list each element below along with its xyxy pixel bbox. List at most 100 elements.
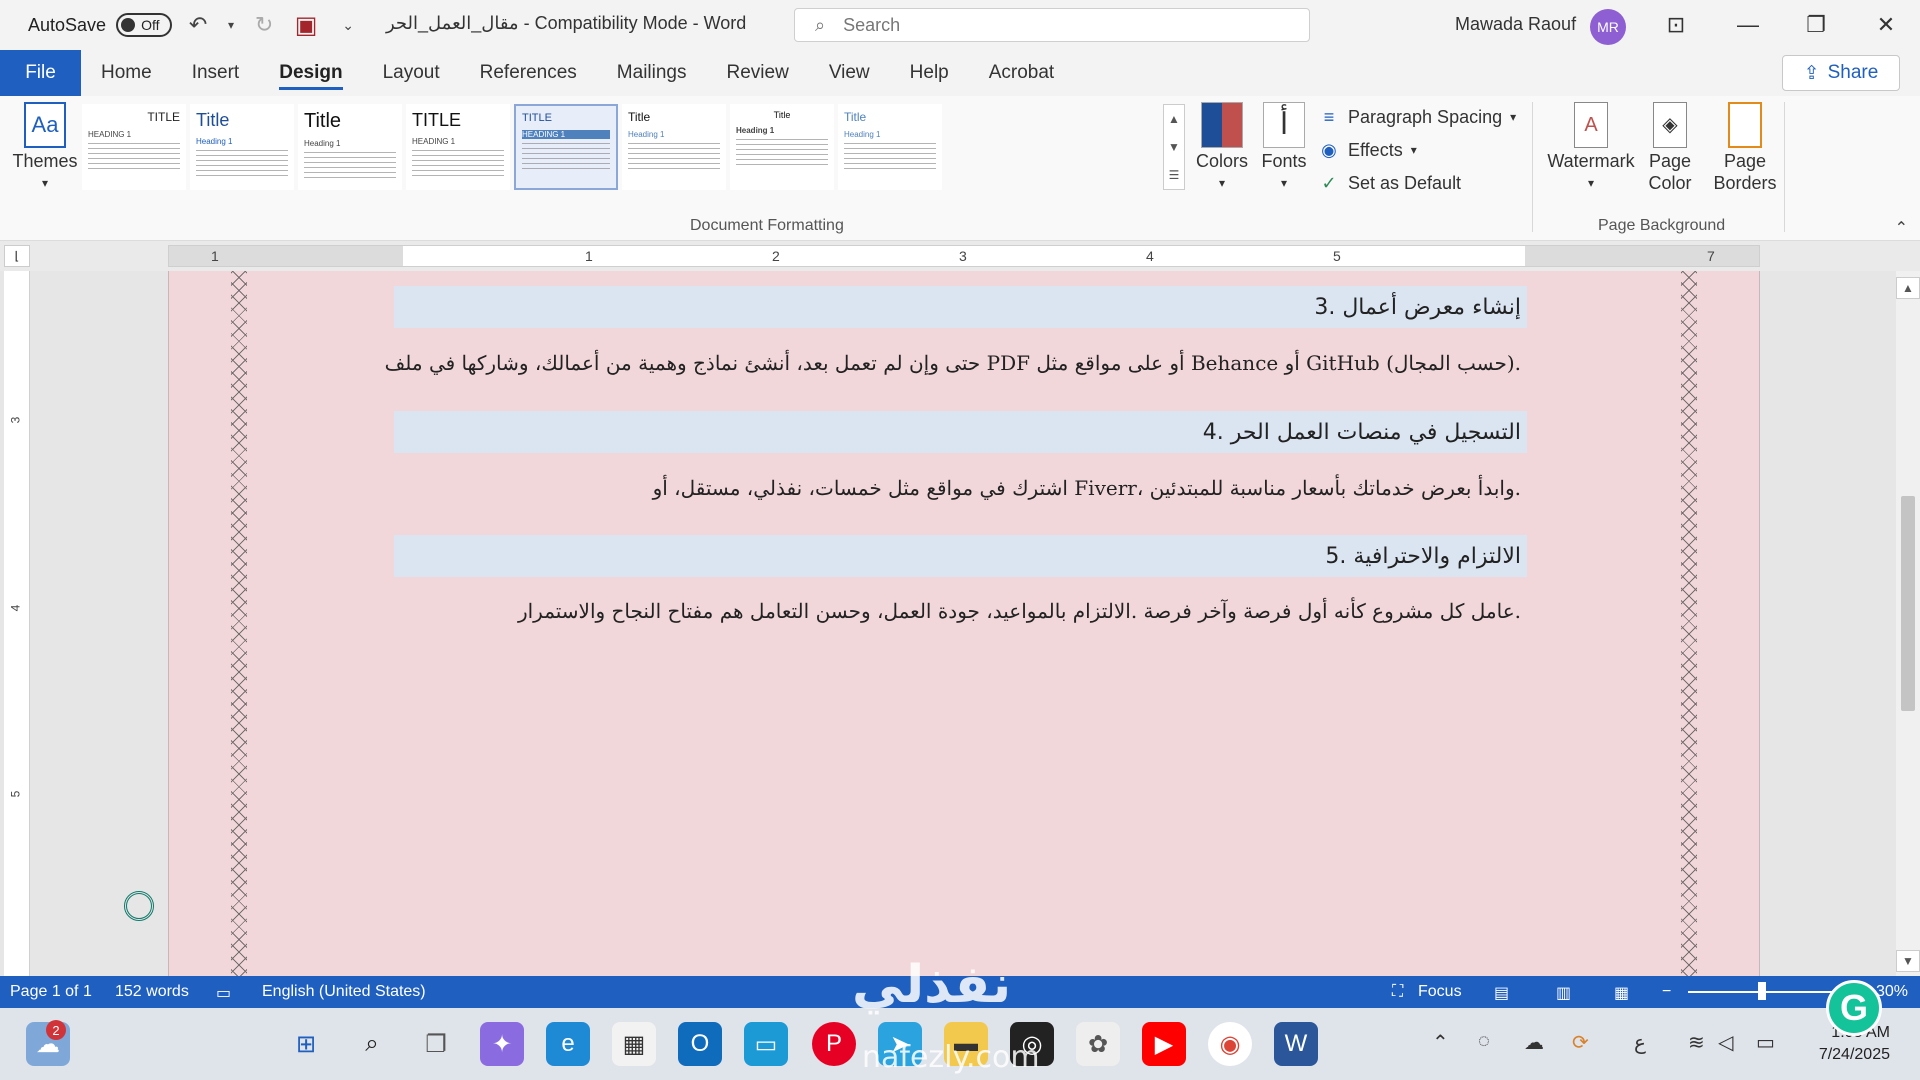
fingerprint-icon[interactable] [124, 891, 154, 921]
gallery-scroll[interactable]: ▲ ▼ ☰ [1163, 104, 1185, 190]
vertical-ruler[interactable]: 3 4 5 [4, 271, 30, 976]
section-paragraph[interactable]: .وابدأ بعرض خدماتك بأسعار مناسبة للمبتدئ… [394, 476, 1527, 500]
tab-acrobat[interactable]: Acrobat [969, 50, 1074, 96]
scrollbar-thumb[interactable] [1901, 496, 1915, 711]
chevron-up-icon[interactable]: ⌃ [1432, 1030, 1449, 1055]
app-icon[interactable]: ✿ [1076, 1022, 1120, 1066]
tab-insert[interactable]: Insert [172, 50, 260, 96]
tab-mailings[interactable]: Mailings [597, 50, 707, 96]
windows-start-icon[interactable]: ⊞ [284, 1022, 328, 1066]
save-icon[interactable]: ▣ [290, 9, 322, 41]
youtube-icon[interactable]: ▶ [1142, 1022, 1186, 1066]
tab-view[interactable]: View [809, 50, 890, 96]
undo-icon[interactable]: ↶ [182, 9, 214, 41]
tab-file[interactable]: File [0, 50, 81, 96]
tab-selector[interactable]: ⌊ [4, 245, 30, 267]
more-icon[interactable]: ☰ [1169, 168, 1180, 182]
vertical-scrollbar[interactable]: ▲ ▼ [1896, 271, 1920, 976]
zoom-level[interactable]: 30% [1876, 983, 1908, 1001]
style-thumb[interactable]: Title Heading 1 [190, 104, 294, 190]
onedrive-icon[interactable]: ☁ [1524, 1030, 1544, 1055]
zoom-slider-thumb[interactable] [1758, 982, 1766, 1000]
grammarly-icon[interactable]: G [1826, 980, 1882, 1036]
scroll-up-icon[interactable]: ▲ [1896, 277, 1920, 299]
collapse-ribbon-icon[interactable]: ⌃ [1895, 218, 1908, 238]
input-language[interactable]: ع [1634, 1030, 1646, 1055]
avatar[interactable]: MR [1590, 9, 1626, 45]
sync-icon[interactable]: ⟳ [1572, 1030, 1589, 1055]
tab-design[interactable]: Design [259, 50, 362, 96]
task-view-icon[interactable]: ❐ [414, 1022, 458, 1066]
outlook-icon[interactable]: O [678, 1022, 722, 1066]
redo-icon[interactable]: ↻ [248, 9, 280, 41]
web-layout-icon[interactable]: ▦ [1614, 983, 1629, 1003]
wifi-icon[interactable]: ≋ [1688, 1030, 1705, 1055]
colors-button[interactable]: Colors ▾ [1192, 102, 1252, 194]
search-input[interactable]: ⌕ Search [794, 8, 1310, 42]
chrome-icon[interactable]: ◉ [1208, 1022, 1252, 1066]
page-borders-button[interactable]: Page Borders [1706, 102, 1784, 194]
tab-review[interactable]: Review [707, 50, 809, 96]
scroll-down-icon[interactable]: ▼ [1896, 950, 1920, 972]
word-icon[interactable]: W [1274, 1022, 1318, 1066]
fonts-button[interactable]: أ Fonts ▾ [1256, 102, 1312, 194]
style-thumb[interactable]: Title Heading 1 [622, 104, 726, 190]
watermark-icon: A [1574, 102, 1608, 148]
style-thumb[interactable]: Title Heading 1 [298, 104, 402, 190]
customize-toolbar-icon[interactable]: ⌄ [332, 9, 364, 41]
autosave-toggle[interactable]: Off [116, 13, 173, 37]
section-paragraph[interactable]: .عامل كل مشروع كأنه أول فرصة وآخر فرصة .… [394, 599, 1527, 623]
minimize-icon[interactable]: — [1730, 8, 1766, 42]
battery-icon[interactable]: ▭ [1756, 1030, 1775, 1055]
style-thumb[interactable]: Title Heading 1 [730, 104, 834, 190]
section-heading[interactable]: التسجيل في منصات العمل الحر .4 [394, 411, 1527, 453]
section-heading[interactable]: إنشاء معرض أعمال .3 [394, 286, 1527, 328]
search-icon[interactable]: ⌕ [350, 1022, 394, 1066]
section-heading[interactable]: الالتزام والاحترافية .5 [394, 535, 1527, 577]
set-as-default-button[interactable]: ✓ Set as Default [1318, 172, 1461, 194]
style-thumb[interactable]: TITLE HEADING 1 [406, 104, 510, 190]
volume-icon[interactable]: ◁ [1718, 1030, 1733, 1055]
style-thumb[interactable]: TITLE HEADING 1 [82, 104, 186, 190]
zoom-out-icon[interactable]: − [1662, 983, 1671, 1001]
restore-icon[interactable]: ❐ [1798, 8, 1834, 42]
focus-label[interactable]: Focus [1418, 983, 1462, 1001]
ribbon-separator [1784, 102, 1785, 232]
print-layout-icon[interactable]: ▥ [1556, 983, 1571, 1003]
page-color-button[interactable]: ◈ Page Color [1632, 102, 1708, 194]
chevron-down-icon[interactable]: ▼ [1168, 140, 1180, 154]
ribbon-display-icon[interactable]: ⊡ [1658, 8, 1694, 42]
language-status[interactable]: English (United States) [262, 983, 426, 1001]
style-thumb[interactable]: Title Heading 1 [838, 104, 942, 190]
store-icon[interactable]: ▦ [612, 1022, 656, 1066]
proofing-icon[interactable]: ▭ [216, 983, 231, 1003]
copilot-icon[interactable]: ✦ [480, 1022, 524, 1066]
pinterest-icon[interactable]: P [812, 1022, 856, 1066]
section-paragraph[interactable]: .(حسب المجال) GitHub أو Behance أو على م… [385, 351, 1527, 375]
watermark-button[interactable]: A Watermark ▾ [1546, 102, 1636, 194]
tab-help[interactable]: Help [890, 50, 969, 96]
read-mode-icon[interactable]: ▤ [1494, 983, 1509, 1003]
paragraph-spacing-button[interactable]: ≡ Paragraph Spacing ▾ [1318, 106, 1516, 128]
tab-home[interactable]: Home [81, 50, 172, 96]
share-button[interactable]: ⇪ Share [1782, 55, 1900, 91]
chevron-up-icon[interactable]: ▲ [1168, 112, 1180, 126]
edge-icon[interactable]: e [546, 1022, 590, 1066]
word-count[interactable]: 152 words [115, 983, 189, 1001]
horizontal-ruler[interactable]: 1 1 2 3 4 5 7 [168, 245, 1760, 267]
effects-button[interactable]: ◉ Effects ▾ [1318, 139, 1417, 161]
chevron-down-icon[interactable]: ▾ [224, 9, 238, 41]
tray-app-icon[interactable]: ◌ [1478, 1030, 1490, 1053]
tab-references[interactable]: References [460, 50, 597, 96]
document-page[interactable]: إنشاء معرض أعمال .3 .(حسب المجال) GitHub… [168, 271, 1760, 976]
remote-desktop-icon[interactable]: ▭ [744, 1022, 788, 1066]
page-count[interactable]: Page 1 of 1 [10, 983, 92, 1001]
effects-icon: ◉ [1321, 139, 1337, 160]
style-thumb-selected[interactable]: TITLE HEADING 1 [514, 104, 618, 190]
focus-icon[interactable]: ⛶ [1392, 983, 1403, 1001]
user-name[interactable]: Mawada Raouf [1455, 14, 1576, 35]
chevron-down-icon: ▾ [1510, 110, 1517, 124]
tab-layout[interactable]: Layout [363, 50, 460, 96]
themes-button[interactable]: Aa Themes ▾ [12, 102, 78, 194]
close-icon[interactable]: ✕ [1868, 8, 1904, 42]
